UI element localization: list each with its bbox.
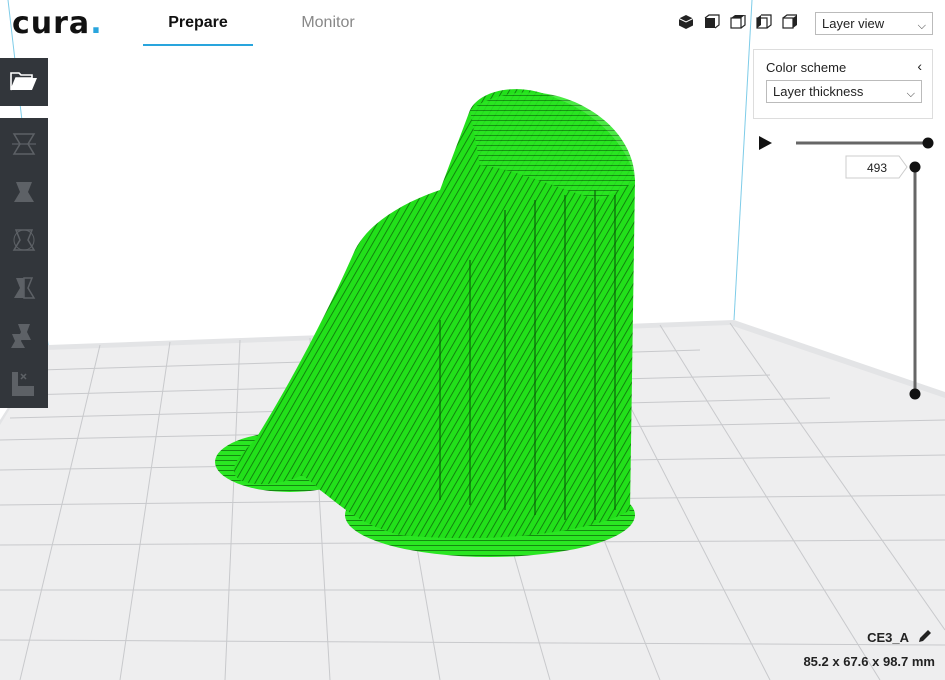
- open-file-button[interactable]: [0, 58, 48, 106]
- model-name: CE3_A: [867, 630, 909, 645]
- per-model-settings-icon[interactable]: [10, 322, 38, 350]
- left-view-icon[interactable]: [756, 14, 772, 30]
- right-view-icon[interactable]: [782, 14, 798, 30]
- layer-range-handle[interactable]: [922, 137, 934, 149]
- pencil-icon[interactable]: [917, 628, 933, 644]
- tool-panel: [0, 118, 48, 408]
- color-scheme-value: Layer thickness: [773, 84, 864, 99]
- cura-logo: cura.: [12, 6, 103, 41]
- front-view-icon[interactable]: [704, 14, 720, 30]
- layer-slider: 493: [759, 136, 934, 400]
- scale-tool-icon[interactable]: [10, 178, 38, 206]
- move-tool-icon[interactable]: [10, 130, 38, 158]
- tab-prepare[interactable]: Prepare: [143, 0, 253, 46]
- 3d-view-icon[interactable]: [678, 14, 694, 30]
- layer-slider-lower-handle[interactable]: [909, 388, 921, 400]
- layer-slider-upper-handle[interactable]: [909, 161, 921, 173]
- view-mode-dropdown[interactable]: Layer view ⌵: [815, 12, 933, 35]
- chevron-down-icon: ⌵: [917, 20, 926, 32]
- chevron-down-icon: ⌵: [906, 88, 915, 100]
- color-scheme-dropdown[interactable]: Layer thickness ⌵: [766, 80, 922, 103]
- view-mode-label: Layer view: [822, 16, 885, 31]
- current-layer-number[interactable]: 493: [867, 161, 887, 175]
- play-icon[interactable]: [759, 136, 772, 150]
- model-dimensions: 85.2 x 67.6 x 98.7 mm: [803, 654, 935, 669]
- mirror-tool-icon[interactable]: [10, 274, 38, 302]
- color-scheme-panel: Color scheme ‹ Layer thickness ⌵: [753, 49, 933, 119]
- top-view-icon[interactable]: [730, 14, 746, 30]
- color-scheme-title: Color scheme: [766, 60, 847, 75]
- tab-monitor[interactable]: Monitor: [273, 0, 383, 46]
- support-blocker-icon[interactable]: [10, 370, 38, 398]
- top-bar: cura. Prepare Monitor Layer view ⌵: [0, 0, 945, 46]
- collapse-chevron-icon[interactable]: ‹: [917, 58, 922, 74]
- rotate-tool-icon[interactable]: [10, 226, 38, 254]
- folder-open-icon: [10, 72, 37, 91]
